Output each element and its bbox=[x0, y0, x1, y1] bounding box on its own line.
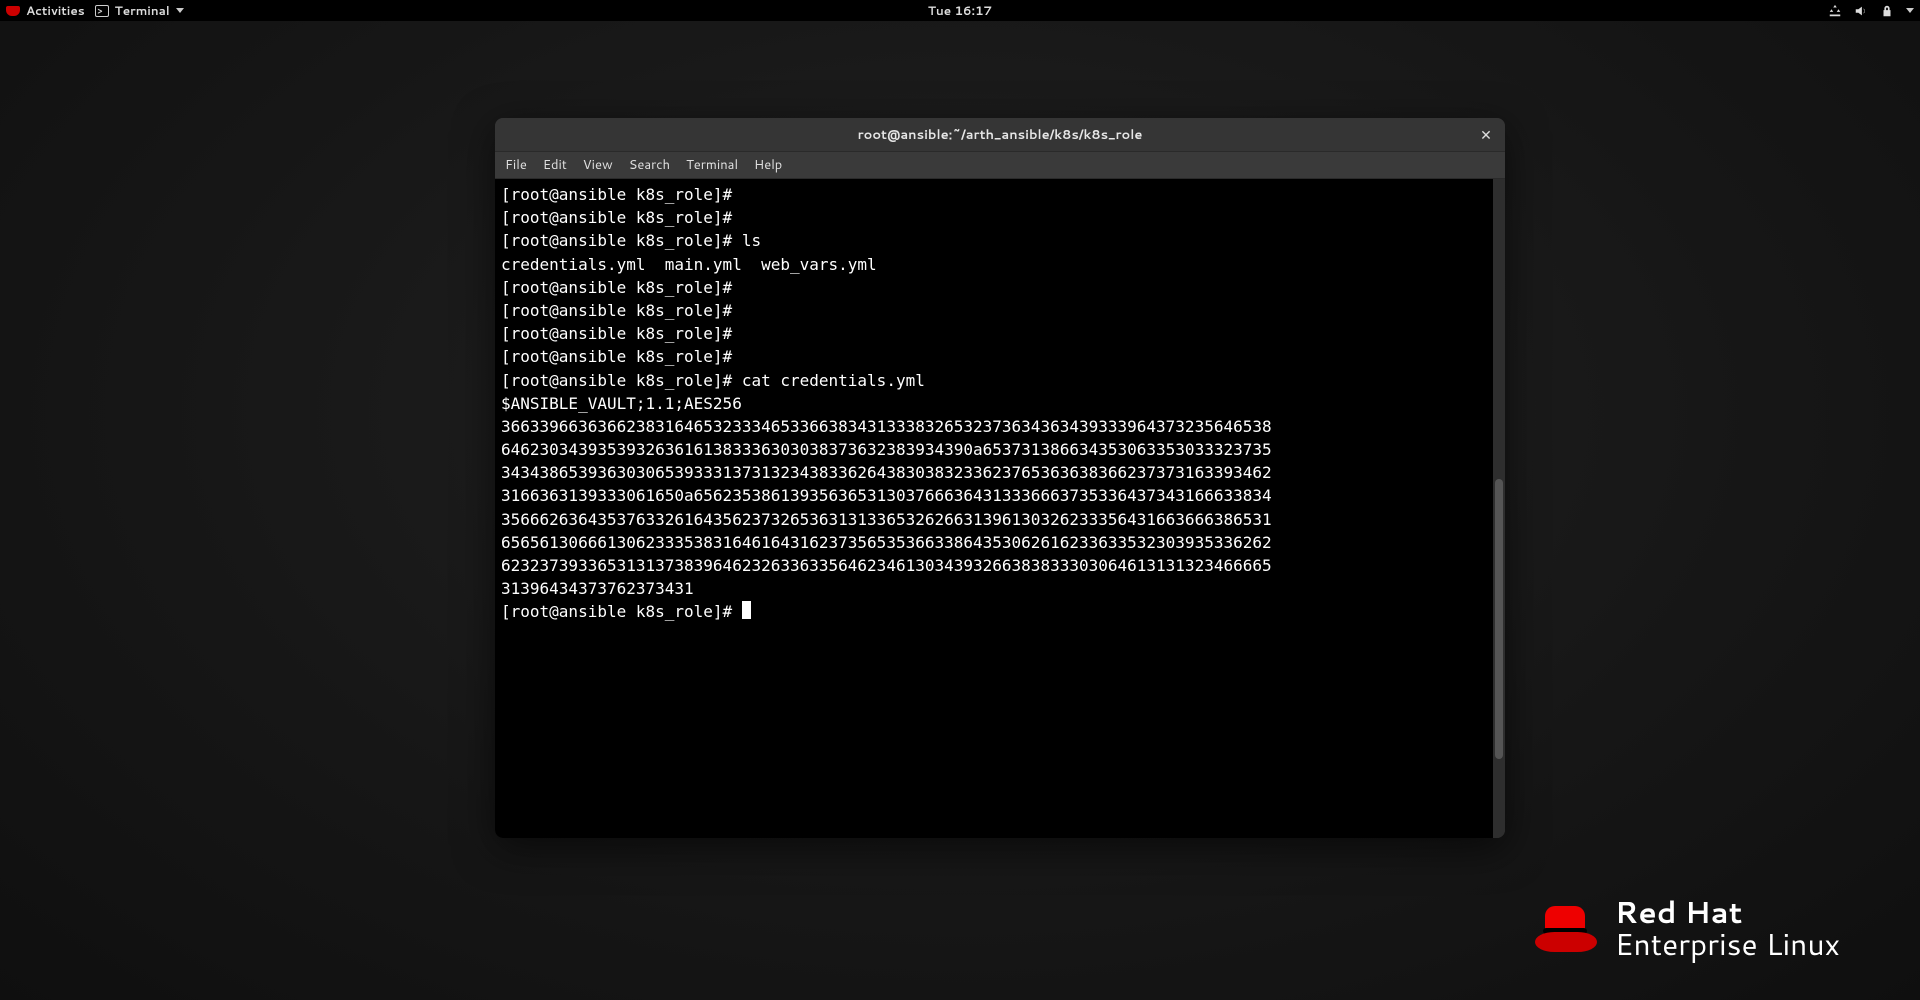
volume-icon bbox=[1854, 4, 1868, 18]
clock-label: Tue 16:17 bbox=[928, 2, 992, 19]
activities-button[interactable]: Activities bbox=[6, 2, 85, 19]
lock-icon bbox=[1880, 4, 1894, 18]
scrollbar[interactable] bbox=[1493, 179, 1505, 838]
close-button[interactable]: ✕ bbox=[1477, 126, 1495, 144]
rhel-branding: Red Hat Enterprise Linux bbox=[1535, 897, 1840, 960]
redhat-icon bbox=[6, 6, 20, 16]
terminal-menubar: File Edit View Search Terminal Help bbox=[495, 152, 1505, 179]
app-menu-label: Terminal bbox=[115, 2, 170, 19]
clock-button[interactable]: Tue 16:17 bbox=[928, 2, 992, 19]
terminal-window: root@ansible:~/arth_ansible/k8s/k8s_role… bbox=[495, 118, 1505, 838]
menu-edit[interactable]: Edit bbox=[543, 156, 567, 174]
close-icon: ✕ bbox=[1480, 125, 1492, 145]
terminal-icon bbox=[95, 5, 109, 17]
window-title: root@ansible:~/arth_ansible/k8s/k8s_role bbox=[858, 126, 1143, 144]
app-menu-button[interactable]: Terminal bbox=[95, 2, 184, 19]
terminal-cursor bbox=[742, 601, 751, 619]
activities-label: Activities bbox=[26, 2, 85, 19]
menu-view[interactable]: View bbox=[583, 156, 613, 174]
brand-line2: Enterprise Linux bbox=[1615, 927, 1840, 960]
scrollbar-thumb[interactable] bbox=[1495, 479, 1503, 759]
network-icon bbox=[1828, 4, 1842, 18]
chevron-down-icon bbox=[1906, 8, 1914, 13]
gnome-topbar: Activities Terminal Tue 16:17 bbox=[0, 0, 1920, 21]
menu-terminal[interactable]: Terminal bbox=[686, 156, 738, 174]
menu-file[interactable]: File bbox=[505, 156, 527, 174]
redhat-logo-icon bbox=[1535, 906, 1597, 952]
window-titlebar[interactable]: root@ansible:~/arth_ansible/k8s/k8s_role… bbox=[495, 118, 1505, 152]
menu-search[interactable]: Search bbox=[629, 156, 670, 174]
menu-help[interactable]: Help bbox=[754, 156, 782, 174]
system-tray[interactable] bbox=[1828, 4, 1914, 18]
terminal-content[interactable]: [root@ansible k8s_role]# [root@ansible k… bbox=[495, 179, 1493, 838]
chevron-down-icon bbox=[176, 8, 184, 13]
